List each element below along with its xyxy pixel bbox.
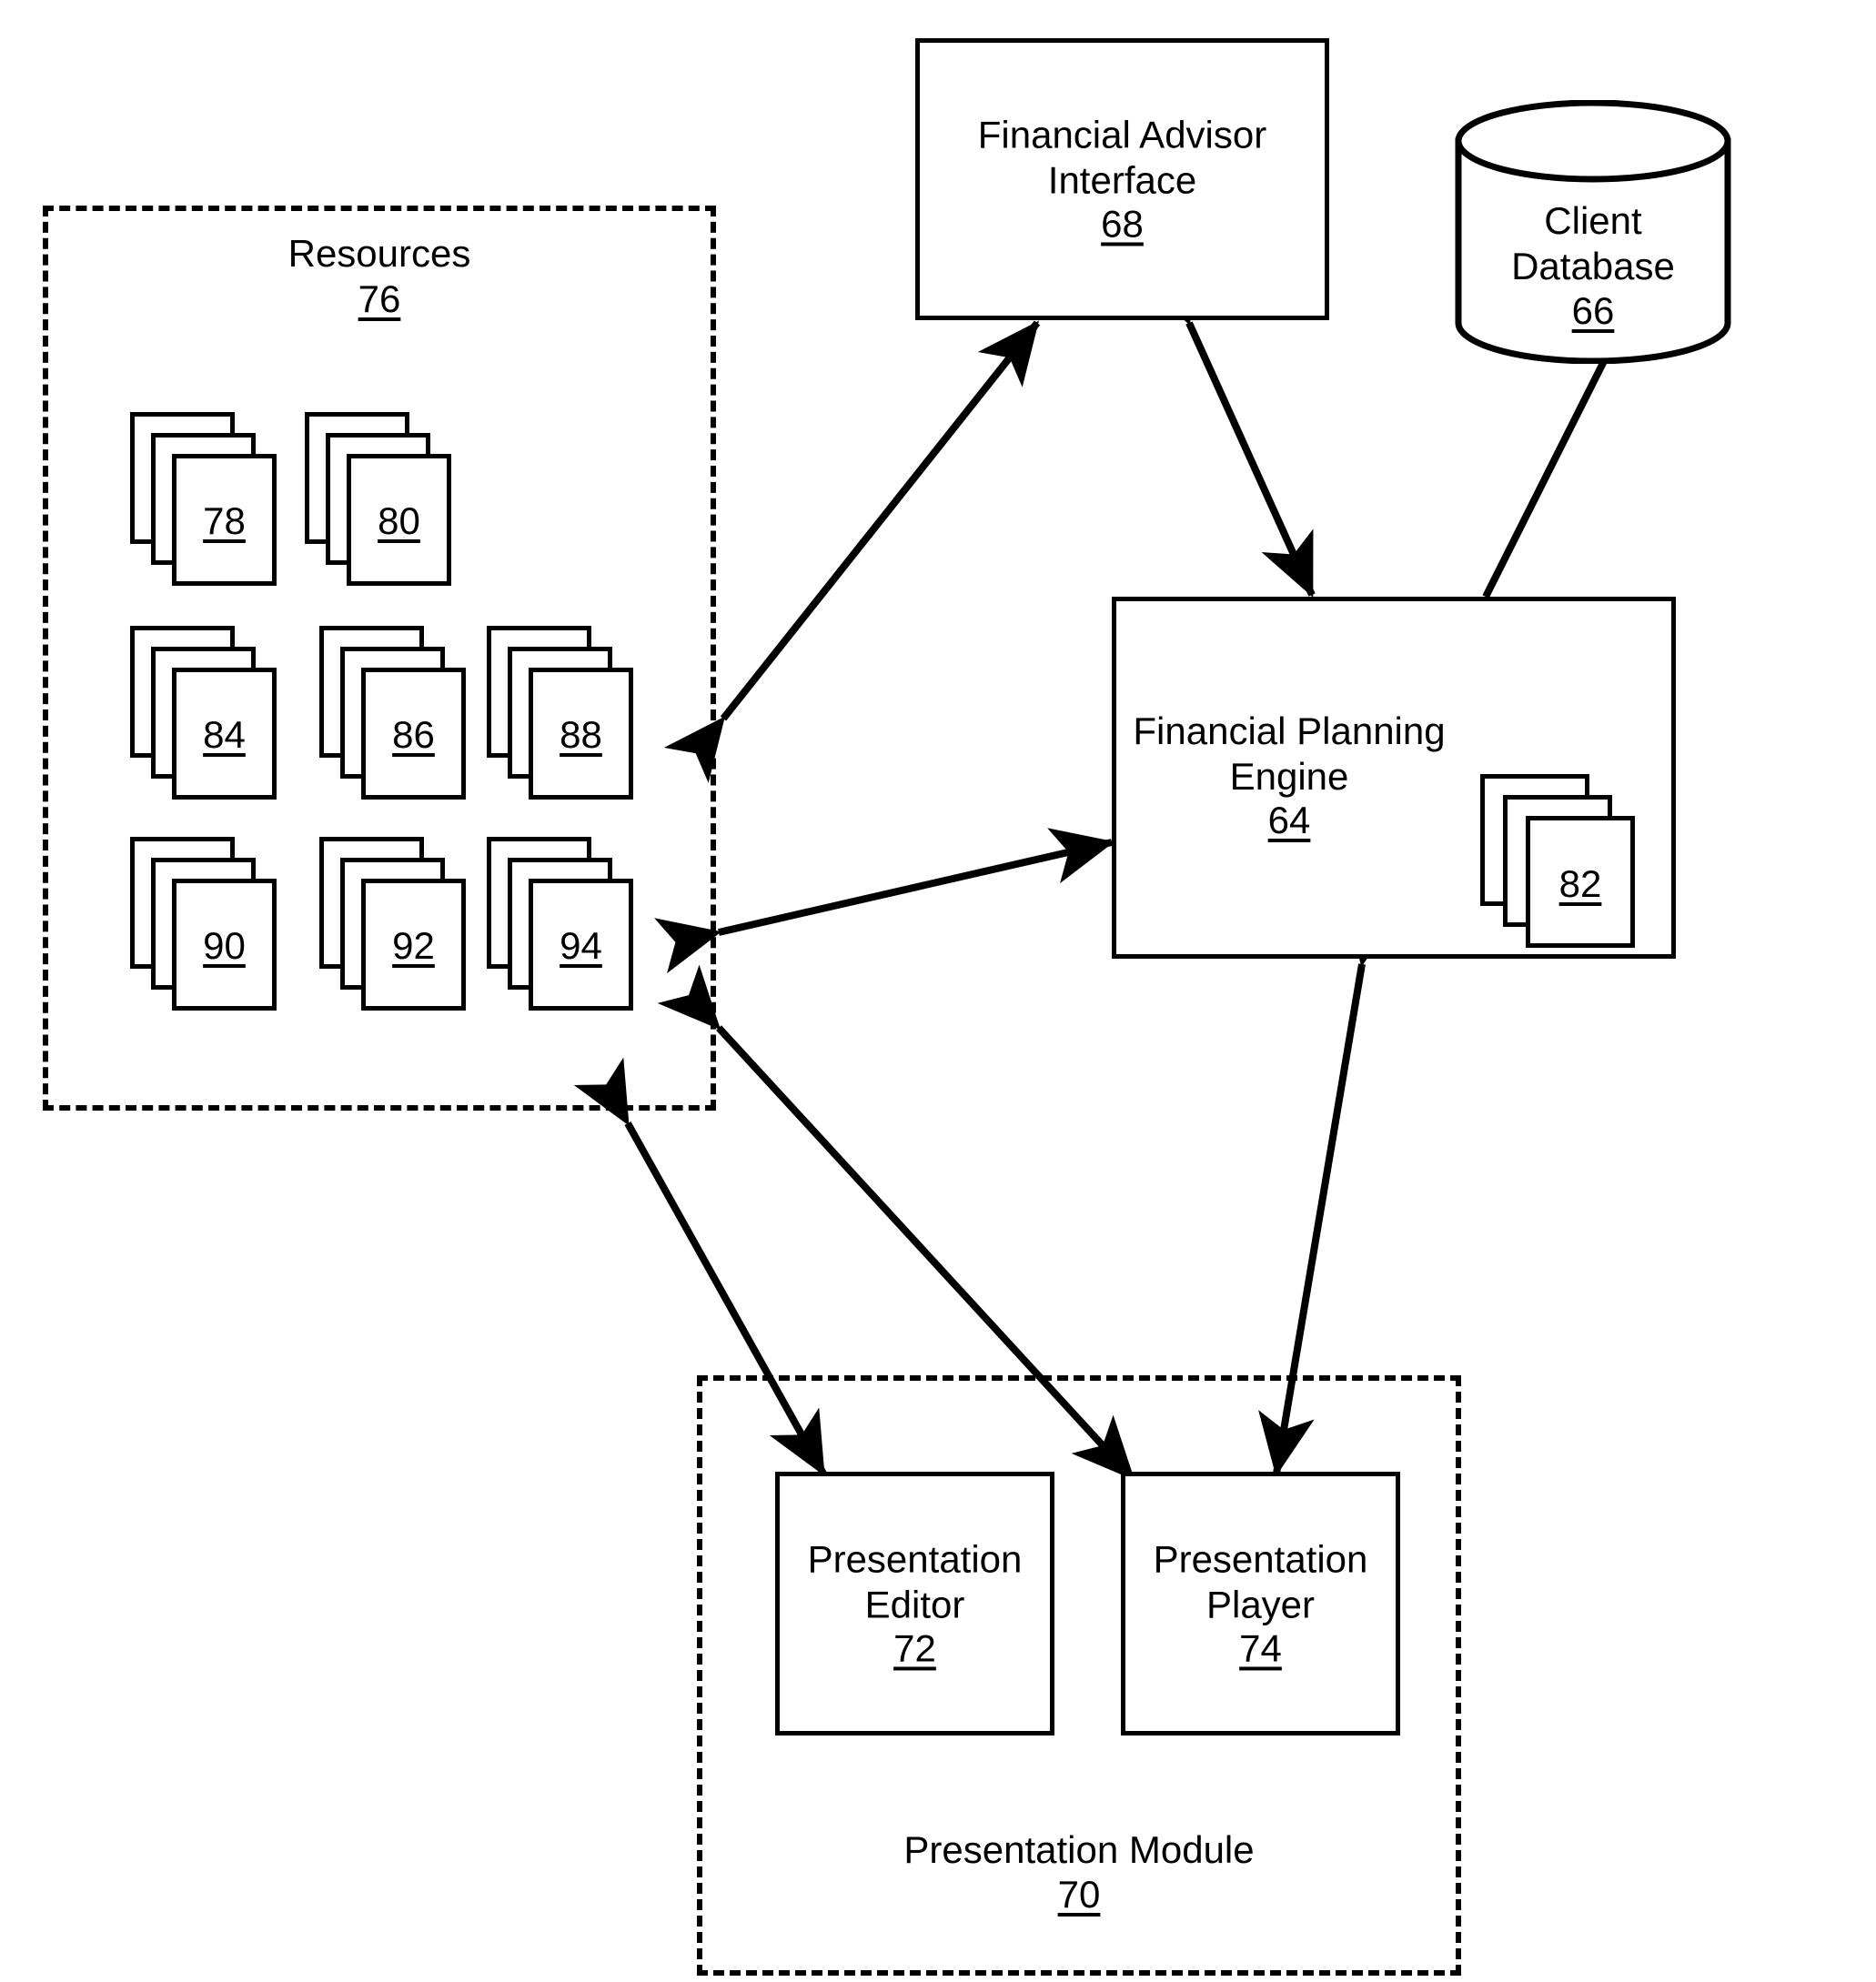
connector-resources-to-advisor-interface — [663, 320, 1041, 783]
presentation-player-text: Presentation Player 74 — [1125, 1536, 1396, 1670]
connector-advisor-interface-to-engine — [1138, 257, 1316, 598]
presentation-editor-ref: 72 — [893, 1626, 936, 1670]
document-stack-78-ref: 78 — [203, 499, 246, 542]
document-stack-88: 88 — [487, 626, 634, 800]
node-financial-advisor-interface[interactable]: Financial Advisor Interface 68 — [915, 38, 1329, 320]
document-stack-80: 80 — [305, 412, 452, 587]
financial-advisor-interface-ref: 68 — [1101, 202, 1144, 246]
resources-ref: 76 — [358, 277, 401, 320]
document-stack-84: 84 — [130, 626, 277, 800]
document-sheet-front: 86 — [361, 668, 466, 800]
document-sheet-front: 80 — [347, 454, 451, 586]
financial-planning-engine-ref: 64 — [1267, 799, 1311, 842]
figure-canvas: Financial Advisor Interface 68 Client Da… — [0, 0, 1876, 1982]
connector-resources-to-engine — [654, 828, 1115, 974]
document-stack-82: 82 — [1480, 774, 1635, 948]
financial-advisor-interface-text: Financial Advisor Interface 68 — [920, 112, 1325, 246]
connector-client-database-to-engine — [1482, 359, 1608, 599]
document-stack-90: 90 — [130, 837, 277, 1011]
document-stack-84-ref: 84 — [203, 713, 246, 756]
presentation-module-caption: Presentation Module 70 — [702, 1827, 1456, 1917]
document-stack-94: 94 — [487, 837, 634, 1011]
client-database-label: Client Database — [1511, 199, 1675, 287]
document-stack-92: 92 — [319, 837, 467, 1011]
node-financial-planning-engine[interactable]: Financial Planning Engine 64 82 — [1112, 597, 1676, 959]
document-stack-94-ref: 94 — [560, 924, 602, 967]
presentation-player-ref: 74 — [1239, 1626, 1282, 1670]
document-stack-82-ref: 82 — [1558, 862, 1602, 905]
client-database-text: Client Database 66 — [1452, 198, 1734, 334]
document-sheet-front: 82 — [1526, 816, 1635, 948]
client-database-ref: 66 — [1571, 289, 1615, 333]
presentation-module-ref: 70 — [1057, 1873, 1101, 1917]
document-stack-80-ref: 80 — [378, 499, 420, 542]
presentation-editor-label: Presentation Editor — [807, 1537, 1023, 1625]
document-stack-90-ref: 90 — [203, 924, 246, 967]
document-stack-92-ref: 92 — [392, 924, 435, 967]
document-sheet-front: 94 — [529, 879, 633, 1011]
financial-planning-engine-label: Financial Planning Engine — [1133, 709, 1446, 798]
node-presentation-player[interactable]: Presentation Player 74 — [1121, 1472, 1400, 1736]
document-sheet-front: 88 — [529, 668, 633, 800]
document-sheet-front: 90 — [172, 879, 277, 1011]
resources-caption: Resources 76 — [48, 231, 711, 321]
document-sheet-front: 84 — [172, 668, 277, 800]
node-presentation-editor[interactable]: Presentation Editor 72 — [775, 1472, 1054, 1736]
financial-planning-engine-text: Financial Planning Engine 64 — [1116, 709, 1462, 842]
presentation-module-label: Presentation Module — [903, 1827, 1255, 1871]
document-stack-88-ref: 88 — [560, 713, 602, 756]
document-stack-78: 78 — [130, 412, 277, 587]
resources-label: Resources — [287, 232, 471, 275]
node-client-database[interactable]: Client Database 66 — [1452, 100, 1734, 364]
document-stack-86: 86 — [319, 626, 467, 800]
financial-advisor-interface-label: Financial Advisor Interface — [977, 113, 1267, 201]
document-stack-86-ref: 86 — [392, 713, 435, 756]
document-sheet-front: 78 — [172, 454, 277, 586]
document-sheet-front: 92 — [361, 879, 466, 1011]
presentation-player-label: Presentation Player — [1153, 1537, 1368, 1625]
presentation-editor-text: Presentation Editor 72 — [780, 1536, 1050, 1670]
